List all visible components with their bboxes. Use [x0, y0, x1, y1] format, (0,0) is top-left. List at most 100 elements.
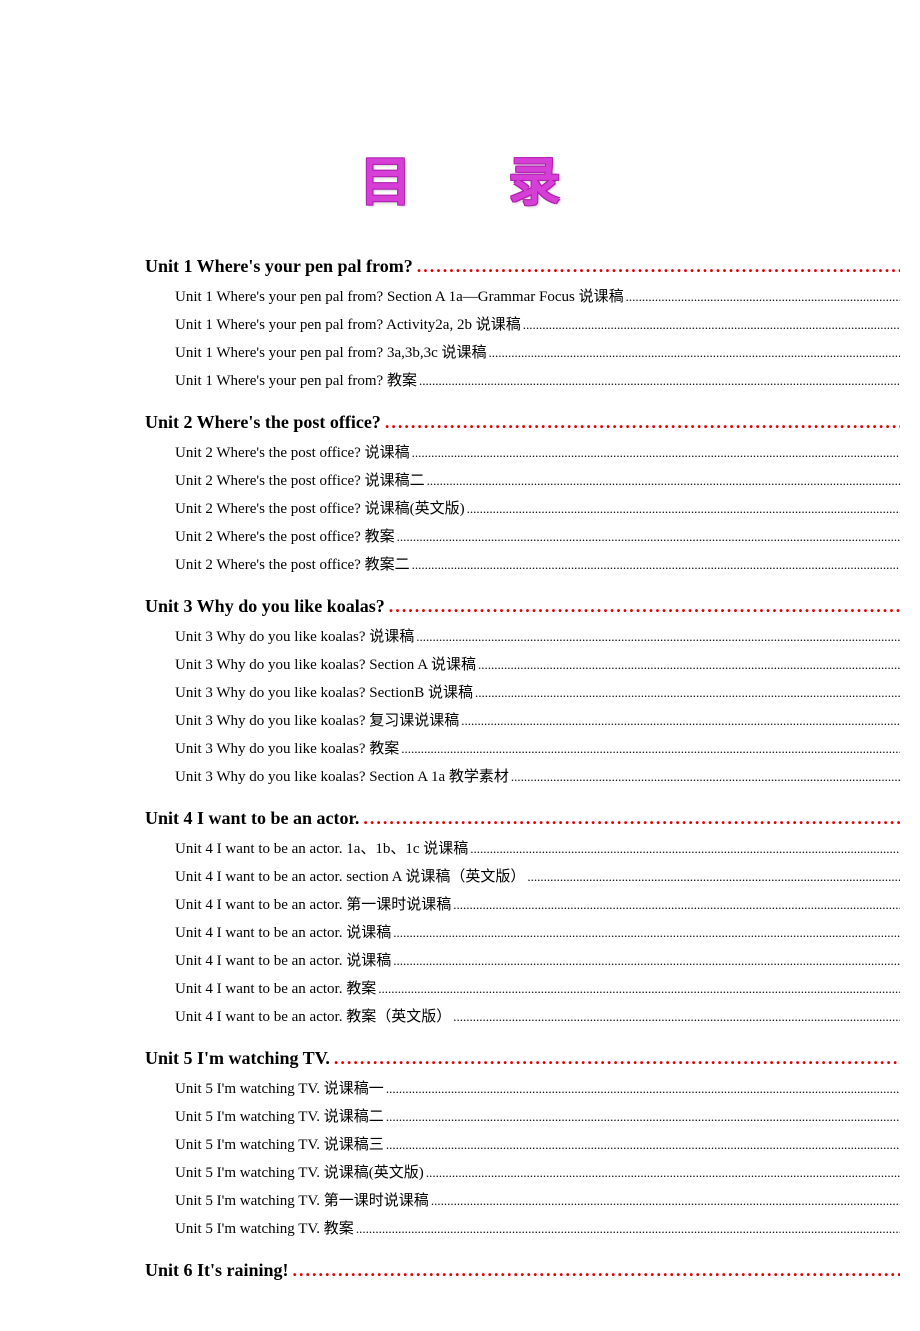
toc-entry-text: Unit 3 Why do you like koalas? 说课稿	[175, 625, 416, 649]
toc-entry[interactable]: Unit 4 I want to be an actor. 说课稿	[175, 947, 900, 975]
toc-entry[interactable]: Unit 3 Why do you like koalas? 复习课说课稿	[175, 707, 900, 735]
toc-entry[interactable]: Unit 4 I want to be an actor. 1a、1b、1c 说…	[175, 835, 900, 863]
toc-entry[interactable]: Unit 5 I'm watching TV. 第一课时说课稿	[175, 1187, 900, 1215]
toc-entry[interactable]: Unit 2 Where's the post office? 说课稿	[175, 439, 900, 467]
toc-entry[interactable]: Unit 2 Where's the post office? 教案二	[175, 551, 900, 579]
toc-heading-text: Unit 5 I'm watching TV.	[145, 1043, 334, 1073]
toc-section: Unit 1 Where's your pen pal from? Unit 1…	[145, 251, 900, 395]
toc-entry-text: Unit 3 Why do you like koalas? Section A…	[175, 653, 478, 677]
toc-entry[interactable]: Unit 3 Why do you like koalas? 说课稿	[175, 623, 900, 651]
toc-leader-dots	[386, 1105, 900, 1129]
toc-leader-dots	[389, 591, 900, 621]
toc-entry-text: Unit 3 Why do you like koalas? SectionB …	[175, 681, 475, 705]
toc-entry-text: Unit 4 I want to be an actor. 教案	[175, 977, 378, 1001]
toc-leader-dots	[401, 737, 900, 761]
toc-heading-text: Unit 2 Where's the post office?	[145, 407, 385, 437]
toc-heading-text: Unit 4 I want to be an actor.	[145, 803, 363, 833]
toc-heading-text: Unit 3 Why do you like koalas?	[145, 591, 389, 621]
toc-section: Unit 5 I'm watching TV. Unit 5 I'm watch…	[145, 1043, 900, 1243]
toc-leader-dots	[386, 1133, 900, 1157]
toc-leader-dots	[397, 525, 900, 549]
toc-leader-dots	[385, 407, 900, 437]
toc-heading[interactable]: Unit 4 I want to be an actor.	[145, 803, 900, 833]
toc-entry[interactable]: Unit 4 I want to be an actor. 说课稿	[175, 919, 900, 947]
toc-leader-dots	[393, 921, 900, 945]
toc-leader-dots	[527, 865, 900, 889]
toc-entry-text: Unit 5 I'm watching TV. 说课稿二	[175, 1105, 386, 1129]
toc-entry[interactable]: Unit 2 Where's the post office? 说课稿(英文版)	[175, 495, 900, 523]
toc-heading[interactable]: Unit 3 Why do you like koalas?	[145, 591, 900, 621]
toc-leader-dots	[293, 1255, 900, 1285]
toc-entry[interactable]: Unit 1 Where's your pen pal from? 3a,3b,…	[175, 339, 900, 367]
toc-entry-text: Unit 3 Why do you like koalas? Section A…	[175, 765, 511, 789]
toc-heading[interactable]: Unit 6 It's raining!	[145, 1255, 900, 1285]
toc-entry-text: Unit 5 I'm watching TV. 教案	[175, 1217, 356, 1241]
toc-entry-text: Unit 4 I want to be an actor. 说课稿	[175, 949, 393, 973]
toc-entry-text: Unit 5 I'm watching TV. 说课稿三	[175, 1133, 386, 1157]
toc-entry-text: Unit 5 I'm watching TV. 第一课时说课稿	[175, 1189, 431, 1213]
toc-entry[interactable]: Unit 3 Why do you like koalas? Section A…	[175, 651, 900, 679]
toc-entry[interactable]: Unit 2 Where's the post office? 教案	[175, 523, 900, 551]
document-title: 目 录	[0, 140, 920, 215]
toc-entry-text: Unit 5 I'm watching TV. 说课稿一	[175, 1077, 386, 1101]
toc-leader-dots	[453, 1005, 900, 1029]
toc-entry-text: Unit 4 I want to be an actor. 第一课时说课稿	[175, 893, 453, 917]
toc-entry[interactable]: Unit 2 Where's the post office? 说课稿二	[175, 467, 900, 495]
toc-entry[interactable]: Unit 1 Where's your pen pal from? 教案	[175, 367, 900, 395]
toc-leader-dots	[461, 709, 900, 733]
toc-leader-dots	[470, 837, 900, 861]
toc-leader-dots	[467, 497, 900, 521]
toc-entry-text: Unit 1 Where's your pen pal from? Activi…	[175, 313, 523, 337]
toc-entry-text: Unit 2 Where's the post office? 教案二	[175, 553, 412, 577]
toc-entry[interactable]: Unit 3 Why do you like koalas? 教案	[175, 735, 900, 763]
toc-leader-dots	[453, 893, 900, 917]
toc-entry[interactable]: Unit 4 I want to be an actor. 第一课时说课稿	[175, 891, 900, 919]
toc-leader-dots	[416, 625, 900, 649]
toc-leader-dots	[489, 341, 900, 365]
toc-section: Unit 4 I want to be an actor. Unit 4 I w…	[145, 803, 900, 1031]
toc-entry[interactable]: Unit 5 I'm watching TV. 教案	[175, 1215, 900, 1243]
toc-heading[interactable]: Unit 1 Where's your pen pal from?	[145, 251, 900, 281]
toc-entry-text: Unit 1 Where's your pen pal from? 教案	[175, 369, 419, 393]
toc-leader-dots	[412, 441, 900, 465]
toc-heading[interactable]: Unit 5 I'm watching TV.	[145, 1043, 900, 1073]
table-of-contents: Unit 1 Where's your pen pal from? Unit 1…	[0, 251, 920, 1285]
toc-entry-text: Unit 4 I want to be an actor. 说课稿	[175, 921, 393, 945]
toc-section: Unit 2 Where's the post office? Unit 2 W…	[145, 407, 900, 579]
toc-entry[interactable]: Unit 3 Why do you like koalas? SectionB …	[175, 679, 900, 707]
toc-section: Unit 3 Why do you like koalas? Unit 3 Wh…	[145, 591, 900, 791]
toc-entry-text: Unit 3 Why do you like koalas? 复习课说课稿	[175, 709, 461, 733]
toc-leader-dots	[511, 765, 900, 789]
toc-entry-text: Unit 2 Where's the post office? 教案	[175, 525, 397, 549]
toc-heading[interactable]: Unit 2 Where's the post office?	[145, 407, 900, 437]
toc-leader-dots	[334, 1043, 900, 1073]
toc-entry-text: Unit 2 Where's the post office? 说课稿(英文版)	[175, 497, 467, 521]
toc-leader-dots	[378, 977, 900, 1001]
toc-entry-text: Unit 4 I want to be an actor. 教案（英文版）	[175, 1005, 453, 1029]
toc-entry[interactable]: Unit 1 Where's your pen pal from? Activi…	[175, 311, 900, 339]
toc-entry-text: Unit 1 Where's your pen pal from? Sectio…	[175, 285, 626, 309]
toc-leader-dots	[427, 469, 900, 493]
toc-entry[interactable]: Unit 3 Why do you like koalas? Section A…	[175, 763, 900, 791]
toc-entry-text: Unit 4 I want to be an actor. section A …	[175, 865, 527, 889]
toc-entry[interactable]: Unit 4 I want to be an actor. 教案（英文版）	[175, 1003, 900, 1031]
toc-leader-dots	[419, 369, 900, 393]
toc-entry-text: Unit 3 Why do you like koalas? 教案	[175, 737, 401, 761]
toc-entry[interactable]: Unit 5 I'm watching TV. 说课稿二	[175, 1103, 900, 1131]
toc-entry[interactable]: Unit 5 I'm watching TV. 说课稿三	[175, 1131, 900, 1159]
toc-section: Unit 6 It's raining!	[145, 1255, 900, 1285]
toc-leader-dots	[523, 313, 900, 337]
toc-leader-dots	[393, 949, 900, 973]
toc-leader-dots	[475, 681, 900, 705]
toc-entry-text: Unit 4 I want to be an actor. 1a、1b、1c 说…	[175, 837, 470, 861]
toc-heading-text: Unit 6 It's raining!	[145, 1255, 293, 1285]
toc-leader-dots	[412, 553, 900, 577]
toc-entry[interactable]: Unit 5 I'm watching TV. 说课稿一	[175, 1075, 900, 1103]
toc-entry[interactable]: Unit 4 I want to be an actor. section A …	[175, 863, 900, 891]
toc-heading-text: Unit 1 Where's your pen pal from?	[145, 251, 417, 281]
toc-leader-dots	[356, 1217, 900, 1241]
toc-entry[interactable]: Unit 1 Where's your pen pal from? Sectio…	[175, 283, 900, 311]
toc-entry[interactable]: Unit 5 I'm watching TV. 说课稿(英文版)	[175, 1159, 900, 1187]
toc-entry[interactable]: Unit 4 I want to be an actor. 教案	[175, 975, 900, 1003]
toc-leader-dots	[478, 653, 900, 677]
